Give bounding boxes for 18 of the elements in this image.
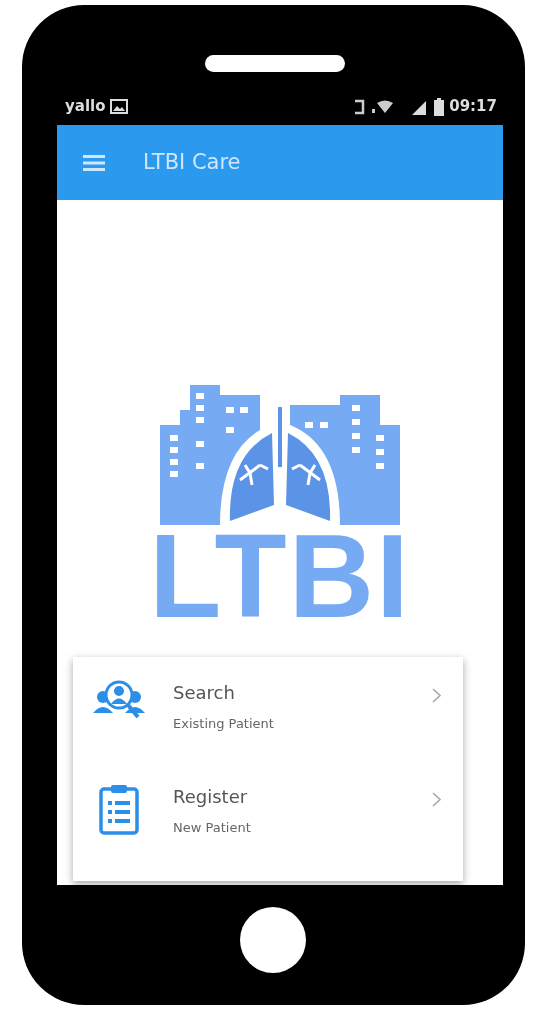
people-search-icon (93, 679, 145, 719)
battery-icon (434, 97, 445, 116)
clock-time: 09:17 (449, 96, 497, 118)
item-title: Search (173, 681, 236, 705)
menu-list-item[interactable]: Register New Patient (73, 769, 463, 873)
logo-wordmark: LTBI (149, 517, 411, 635)
item-subtitle: Existing Patient (173, 715, 274, 733)
chevron-right-icon (432, 688, 441, 703)
menu-list-item[interactable]: Search Existing Patient (73, 665, 463, 769)
clipboard-list-icon (99, 783, 139, 835)
wifi-icon (372, 99, 395, 114)
image-icon (109, 99, 128, 114)
app-title: LTBI Care (143, 148, 241, 176)
item-subtitle: New Patient (173, 819, 251, 837)
carrier-name: yallo (65, 96, 106, 118)
item-title: Register (173, 785, 249, 809)
chevron-right-icon (432, 792, 441, 807)
city-lungs-logo-icon (160, 385, 400, 525)
